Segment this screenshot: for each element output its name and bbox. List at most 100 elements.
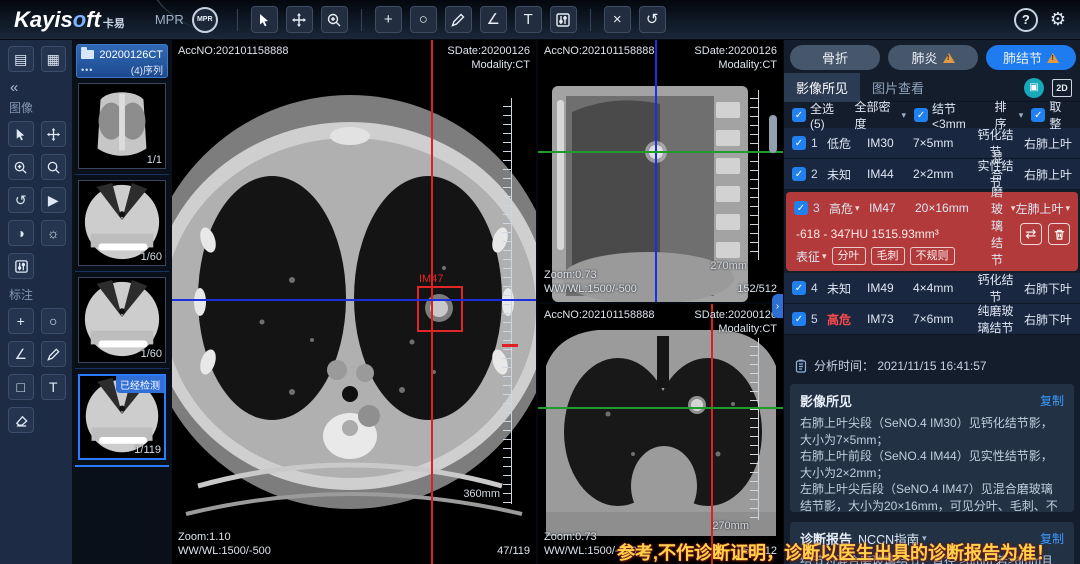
density-dropdown[interactable]: 全部密度▾ [855, 98, 907, 132]
chevron-icon: › [776, 301, 779, 312]
nodule-row-5[interactable]: ✓ 5 高危 IM73 7×6mm 纯磨玻璃结节 右肺下叶 [784, 304, 1080, 335]
coronal-crosshair-horizontal[interactable] [538, 407, 783, 409]
nodule-type: 混合磨玻璃结节 [985, 149, 1009, 268]
series-thumbnail-scout[interactable]: 1/1 [78, 83, 166, 169]
warning-icon [1047, 53, 1059, 63]
series-thumbnail-3[interactable]: 1/60 [78, 277, 166, 363]
annotate-ellipse-button[interactable]: ○ [41, 308, 67, 334]
crosshair-tool-button[interactable]: + [375, 6, 402, 33]
rotate-icon: ↺ [15, 193, 27, 207]
annotate-text-button[interactable]: T [41, 374, 67, 400]
2d-view-icon[interactable]: 2D [1052, 79, 1072, 97]
tab-fracture[interactable]: 骨折 [790, 45, 880, 70]
collapse-sidebar-button[interactable]: « [10, 79, 66, 96]
pan-tool-button[interactable] [286, 6, 313, 33]
mpr-mode-button[interactable]: MPR [192, 7, 218, 33]
subtab-bar: 影像所见 图片查看 ▣ 2D [784, 74, 1080, 102]
series-list-button[interactable]: ▤ [8, 46, 34, 72]
caret-icon: ▾ [822, 251, 827, 262]
nodule-row-4[interactable]: ✓ 4 未知 IM49 4×4mm 钙化结节 右肺下叶 [784, 273, 1080, 304]
type-dropdown[interactable]: 混合磨玻璃结节▾ [985, 149, 1015, 268]
annotate-pencil-button[interactable] [41, 341, 67, 367]
tag-spiculated[interactable]: 毛刺 [871, 247, 905, 265]
axial-crosshair-vertical[interactable] [431, 40, 433, 564]
axial-slice-index: 47/119 [497, 544, 530, 558]
sagittal-viewport[interactable]: AccNO:202101158888 SDate:20200126Modalit… [538, 40, 783, 302]
thumb-index: 1/119 [134, 444, 161, 456]
annotate-angle-button[interactable]: ∠ [8, 341, 34, 367]
ellipse-tool-button[interactable]: ○ [410, 6, 437, 33]
coronal-viewport[interactable]: AccNO:202101158888 SDate:20200126Modalit… [538, 304, 783, 564]
tag-lobulated[interactable]: 分叶 [832, 247, 866, 265]
text-tool-button[interactable]: T [515, 6, 542, 33]
help-button[interactable]: ? [1014, 8, 1038, 32]
tab-lung-nodule-active[interactable]: 肺结节 [986, 45, 1076, 70]
folder-icon [81, 50, 94, 59]
more-icon[interactable]: ••• [81, 65, 93, 75]
row-checkbox[interactable]: ✓ [792, 281, 806, 295]
brightness-icon: ☼ [47, 226, 60, 240]
panel-collapse-handle[interactable]: › [772, 294, 783, 318]
nodule-row-2[interactable]: ✓ 2 未知 IM44 2×2mm 实性结节 右肺上叶 [784, 159, 1080, 190]
row-checkbox[interactable]: ✓ [792, 167, 806, 181]
logo-part2: o [73, 7, 86, 32]
tab-pneumonia[interactable]: 肺炎 [888, 45, 978, 70]
select-all-checkbox[interactable]: ✓ [792, 108, 806, 122]
cursor-tool-button[interactable] [251, 6, 278, 33]
panel-scrollbar-thumb[interactable] [769, 115, 777, 153]
sidebar-magnify-button[interactable] [41, 154, 67, 180]
layout-icon: ▦ [47, 52, 60, 66]
text-icon: T [49, 380, 58, 394]
bubble-glyph: ▣ [1029, 82, 1038, 93]
close-tool-button[interactable]: × [604, 6, 631, 33]
angle-tool-button[interactable]: ∠ [480, 6, 507, 33]
nodule-number: 1 [811, 136, 827, 150]
series-thumbnail-2[interactable]: 1/60 [78, 180, 166, 266]
round-checkbox[interactable]: ✓ [1031, 108, 1045, 122]
sidebar-rotate-button[interactable]: ↺ [8, 187, 34, 213]
zoom-tool-button[interactable] [321, 6, 348, 33]
delete-nodule-button[interactable] [1048, 223, 1070, 245]
layout-button[interactable]: ▦ [41, 46, 67, 72]
annotate-crosshair-button[interactable]: + [8, 308, 34, 334]
help-icon: ? [1022, 12, 1030, 27]
tag-irregular[interactable]: 不规则 [910, 247, 955, 265]
nodule-risk: 未知 [827, 166, 867, 183]
sidebar-pan-button[interactable] [41, 121, 67, 147]
axial-viewport[interactable]: IM47 AccNO:202101158888 SDate:20200126Mo… [172, 40, 536, 564]
characteristics-dropdown[interactable]: 表征▾ [796, 248, 827, 265]
window-level-tool-button[interactable] [550, 6, 577, 33]
sidebar-flip-button[interactable]: ▶ [41, 187, 67, 213]
row-checkbox[interactable]: ✓ [792, 136, 806, 150]
settings-button[interactable]: ⚙ [1050, 9, 1066, 30]
sagittal-sdate: SDate:20200126 [694, 45, 777, 57]
axial-slice-marker[interactable] [502, 344, 518, 347]
subtab-findings[interactable]: 影像所见 [784, 73, 860, 102]
locate-transfer-button[interactable]: ⇄ [1020, 223, 1042, 245]
row-checkbox[interactable]: ✓ [794, 201, 808, 215]
row-checkbox[interactable]: ✓ [792, 312, 806, 326]
nodule-row-3-selected[interactable]: ✓ 3 高危▾ IM47 20×16mm 混合磨玻璃结节▾ 左肺上叶▾ -618… [786, 192, 1078, 271]
nodule-row-1[interactable]: ✓ 1 低危 IM30 7×5mm 钙化结节 右肺上叶 [784, 128, 1080, 159]
copy-findings-button[interactable]: 复制 [1040, 392, 1064, 409]
sidebar-zoom-in-button[interactable] [8, 154, 34, 180]
risk-dropdown[interactable]: 高危▾ [829, 200, 869, 217]
sidebar-contrast-button[interactable]: ◑ [8, 220, 34, 246]
report-bubble-icon[interactable]: ▣ [1024, 78, 1044, 98]
pencil-tool-button[interactable] [445, 6, 472, 33]
sidebar-brightness-button[interactable]: ☼ [41, 220, 67, 246]
small-nodule-checkbox[interactable]: ✓ [914, 108, 928, 122]
sidebar-cursor-button[interactable] [8, 121, 34, 147]
location-dropdown[interactable]: 左肺上叶▾ [1015, 200, 1070, 217]
sagittal-crosshair-vertical[interactable] [655, 40, 657, 302]
app-logo: Kayisoft 卡易 [0, 7, 151, 33]
sidebar-window-level-button[interactable] [8, 253, 34, 279]
annotate-eraser-button[interactable] [8, 407, 34, 433]
axial-crosshair-horizontal[interactable] [172, 299, 536, 301]
series-thumbnail-4-selected[interactable]: 已经检测 1/119 [78, 374, 166, 460]
reset-tool-button[interactable]: ↺ [639, 6, 666, 33]
series-header[interactable]: 20200126CT ••• (4)序列 [76, 44, 168, 78]
annotate-rectangle-button[interactable]: □ [8, 374, 34, 400]
sagittal-crosshair-horizontal[interactable] [538, 151, 783, 153]
axial-ruler [503, 98, 512, 504]
